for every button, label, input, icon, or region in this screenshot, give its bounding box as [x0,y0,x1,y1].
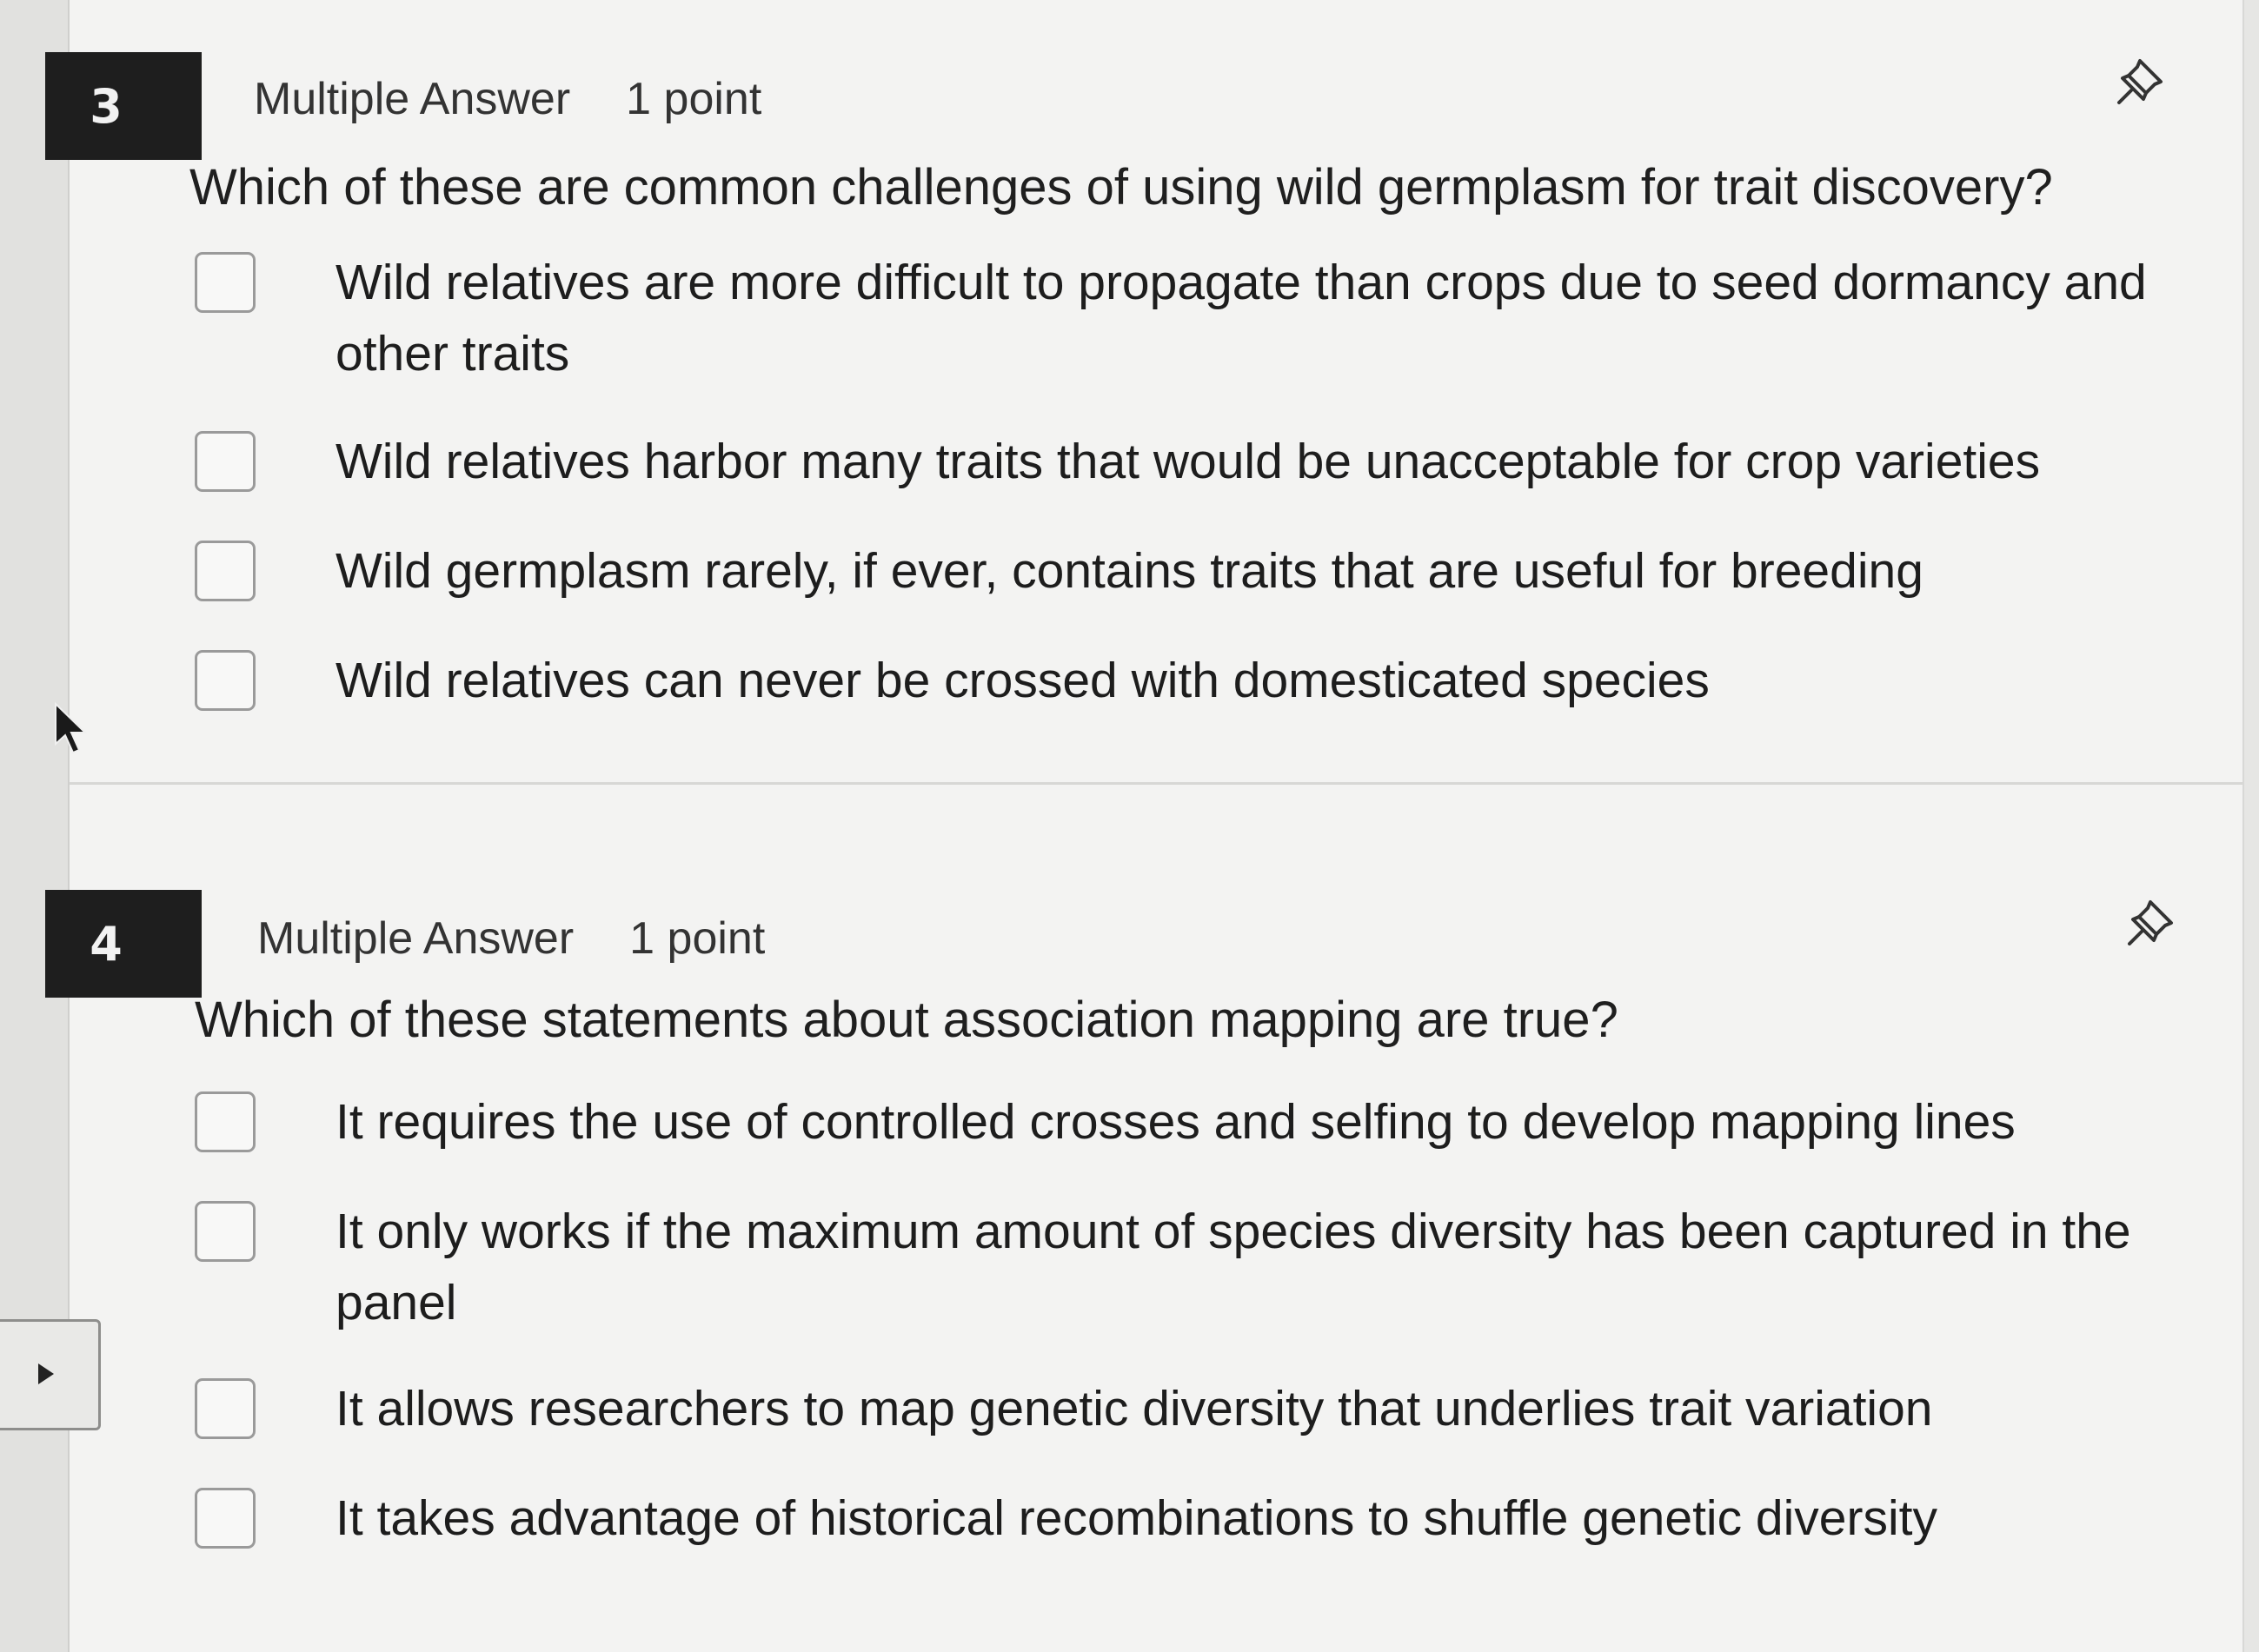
answer-label: Wild germplasm rarely, if ever, contains… [336,543,1923,599]
answer-label: Wild relatives harbor many traits that w… [336,434,2041,489]
answer-checkbox[interactable] [195,252,256,313]
answer-checkbox[interactable] [195,1488,256,1549]
answer-label: It only works if the maximum amount of s… [336,1204,2131,1330]
question-type: Multiple Answer [254,74,571,124]
question-number-badge: 3 [45,52,202,160]
answer-label: Wild relatives are more difficult to pro… [336,255,2147,381]
pin-icon[interactable] [2114,54,2168,108]
answer-label: It requires the use of controlled crosse… [336,1094,2016,1150]
answer-checkbox[interactable] [195,431,256,492]
pin-icon[interactable] [2124,895,2178,949]
answer-label: It takes advantage of historical recombi… [336,1490,1937,1546]
question-4: 4 Multiple Answer 1 point Which of these … [0,834,2259,1652]
question-points: 1 point [626,74,762,124]
question-prompt: Which of these statements about associat… [195,992,1618,1048]
question-type: Multiple Answer [257,913,575,964]
question-3: 3 Multiple Answer 1 point Which of these … [0,0,2259,782]
expand-arrow-icon [38,1363,54,1384]
answer-checkbox[interactable] [195,1091,256,1152]
question-number-badge: 4 [45,890,202,998]
question-points: 1 point [629,913,766,964]
question-meta: Multiple Answer 1 point [254,73,761,125]
question-divider [70,782,2242,785]
question-meta: Multiple Answer 1 point [257,912,765,965]
question-prompt: Which of these are common challenges of … [189,159,2053,216]
answer-checkbox[interactable] [195,1201,256,1262]
answer-checkbox[interactable] [195,1378,256,1439]
side-panel-toggle[interactable] [0,1319,101,1430]
answer-checkbox[interactable] [195,650,256,711]
answer-label: It allows researchers to map genetic div… [336,1381,1933,1436]
answer-label: Wild relatives can never be crossed with… [336,653,1710,708]
mouse-cursor-icon [55,701,88,754]
answer-checkbox[interactable] [195,541,256,601]
